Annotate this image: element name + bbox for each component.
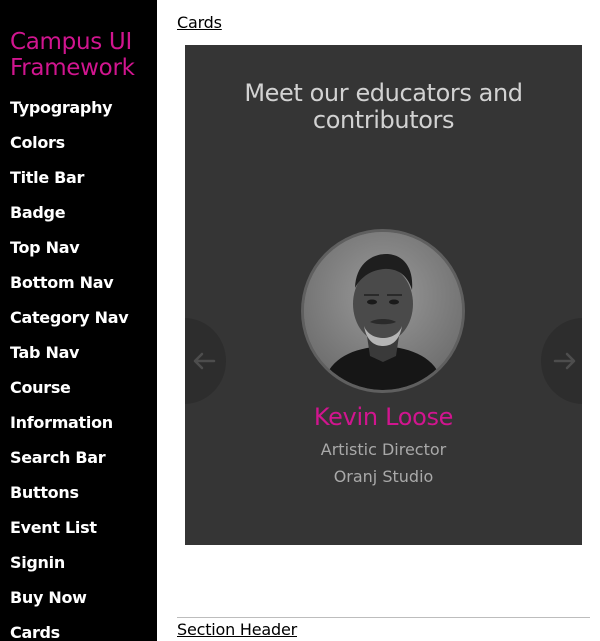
previous-button[interactable] [185,318,226,404]
sidebar-item-bottom-nav[interactable]: Bottom Nav [10,271,128,306]
sidebar-item-signin[interactable]: Signin [10,551,128,586]
educator-role: Artistic Director [320,440,447,459]
educator-card: Meet our educators and contributors Kevi… [185,45,582,545]
card-heading: Meet our educators and contributors [244,79,523,134]
sidebar-item-information[interactable]: Information [10,411,128,446]
arrow-right-icon [553,352,576,370]
sidebar: Campus UI Framework Typography Colors Ti… [0,0,157,641]
sidebar-item-tab-nav[interactable]: Tab Nav [10,341,128,376]
sidebar-nav: Typography Colors Title Bar Badge Top Na… [10,96,129,641]
next-button[interactable] [541,318,582,404]
portrait-image [304,232,462,390]
sidebar-item-badge[interactable]: Badge [10,201,128,236]
sidebar-title[interactable]: Campus UI Framework [10,29,155,81]
educator-name: Kevin Loose [313,403,454,431]
sidebar-item-buy-now[interactable]: Buy Now [10,586,128,621]
arrow-left-icon [193,352,216,370]
sidebar-item-course[interactable]: Course [10,376,128,411]
main-content: Cards Meet our educators and contributor… [157,0,600,641]
sidebar-item-cards[interactable]: Cards [10,621,128,641]
section-divider [177,617,590,618]
sidebar-item-typography[interactable]: Typography [10,96,128,131]
avatar [301,229,465,393]
sidebar-item-category-nav[interactable]: Category Nav [10,306,129,341]
section-header-link[interactable]: Section Header [177,620,297,639]
sidebar-item-top-nav[interactable]: Top Nav [10,236,128,271]
sidebar-item-colors[interactable]: Colors [10,131,128,166]
sidebar-item-title-bar[interactable]: Title Bar [10,166,128,201]
cards-section-link[interactable]: Cards [177,13,222,32]
sidebar-item-search-bar[interactable]: Search Bar [10,446,128,481]
sidebar-item-buttons[interactable]: Buttons [10,481,128,516]
sidebar-item-event-list[interactable]: Event List [10,516,128,551]
educator-organization: Oranj Studio [333,467,434,486]
